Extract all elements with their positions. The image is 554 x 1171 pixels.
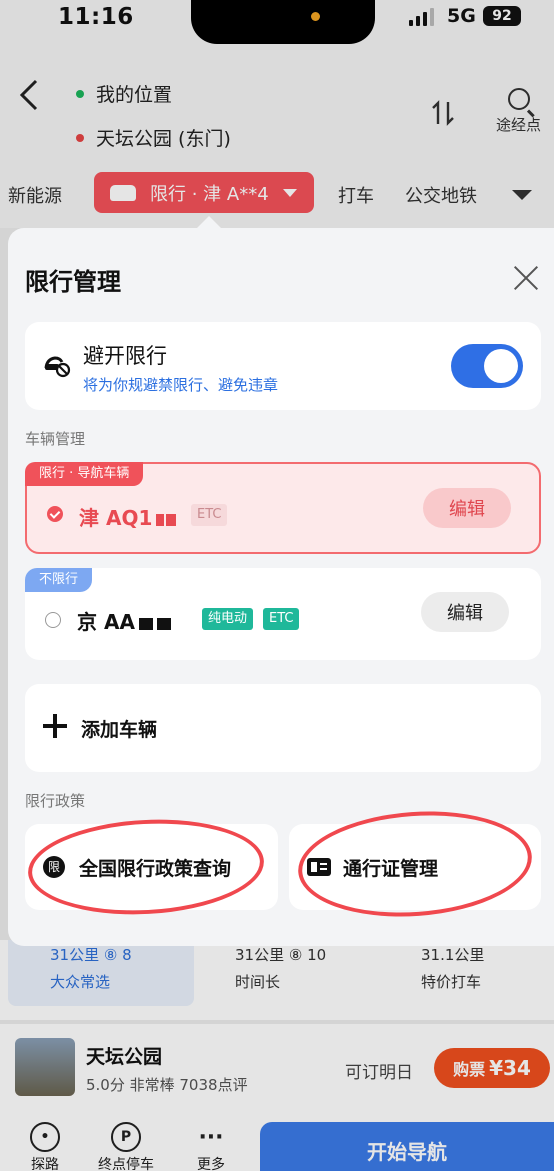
restriction-sheet: 限行管理 避开限行 将为你规避禁限行、避免违章 车辆管理 限行 · 导航车辆 津… xyxy=(8,216,554,946)
add-vehicle-label: 添加车辆 xyxy=(81,719,158,741)
tab-taxi[interactable]: 打车 xyxy=(338,182,374,208)
origin-field[interactable]: 我的位置 xyxy=(76,80,172,107)
explore-button[interactable]: • 探路 xyxy=(30,1122,60,1171)
avoid-toggle[interactable] xyxy=(451,344,523,388)
destination-card[interactable]: 天坛公园 5.0分 非常棒 7038点评 可订明日 购票 ¥34 xyxy=(0,1024,554,1114)
via-button[interactable]: 途经点 xyxy=(496,88,541,135)
etc-badge: ETC xyxy=(191,504,228,526)
destination-dot-icon xyxy=(76,133,84,142)
back-icon[interactable] xyxy=(16,78,42,112)
swap-icon[interactable] xyxy=(432,100,454,132)
add-vehicle-button[interactable]: 添加车辆 xyxy=(25,684,541,772)
more-tabs-icon[interactable] xyxy=(512,190,532,200)
search-icon xyxy=(507,88,530,110)
policy-query-button[interactable]: 限 全国限行政策查询 xyxy=(25,824,278,910)
edit-vehicle-button[interactable]: 编辑 xyxy=(421,592,509,632)
restrict-dropdown[interactable]: 限行 · 津 A**4 xyxy=(94,172,314,213)
policy-section-label: 限行政策 xyxy=(25,792,86,810)
toggle-knob xyxy=(484,349,518,383)
sheet-title: 限行管理 xyxy=(25,268,121,296)
plate-number: 京 AA xyxy=(77,606,171,635)
signal-icon xyxy=(409,8,434,26)
chevron-down-icon xyxy=(282,188,297,197)
avoid-restriction-card: 避开限行 将为你规避禁限行、避免违章 xyxy=(25,322,541,410)
redaction xyxy=(156,513,165,526)
clock: 11:16 xyxy=(58,4,134,30)
vehicle-radio[interactable] xyxy=(47,506,63,522)
destination-field[interactable]: 天坛公园 (东门) xyxy=(76,124,231,151)
sheet-pointer xyxy=(196,216,222,229)
redaction xyxy=(166,513,177,526)
avoid-subtitle: 将为你规避禁限行、避免违章 xyxy=(83,376,279,394)
restrict-label: 限行 · 津 A**4 xyxy=(150,183,269,205)
vehicle-card[interactable]: 不限行 京 AA 纯电动 ETC 编辑 xyxy=(25,568,541,660)
plus-icon xyxy=(43,714,67,738)
route-option[interactable]: 31公里 ⑧ 10 时间长 xyxy=(235,940,326,992)
edit-vehicle-button[interactable]: 编辑 xyxy=(423,488,511,528)
pass-manage-button[interactable]: 通行证管理 xyxy=(289,824,541,910)
pass-manage-label: 通行证管理 xyxy=(343,858,439,880)
ticket-price: ¥34 xyxy=(489,1056,531,1080)
origin-label: 我的位置 xyxy=(96,84,173,106)
tab-transit[interactable]: 公交地铁 xyxy=(405,182,477,208)
redaction xyxy=(156,617,171,630)
plate-number: 津 AQ1 xyxy=(79,502,177,531)
poi-thumbnail xyxy=(15,1038,75,1096)
bottom-bar: • 探路 P 终点停车 ··· 更多 开始导航 xyxy=(0,1114,554,1171)
poi-name: 天坛公园 xyxy=(86,1046,163,1068)
recording-dot xyxy=(311,12,320,21)
parking-button[interactable]: P 终点停车 xyxy=(98,1122,154,1171)
destination-label: 天坛公园 (东门) xyxy=(96,128,231,150)
status-bar: 11:16 5G 92 xyxy=(0,0,554,52)
avoid-title: 避开限行 xyxy=(83,344,167,368)
origin-dot-icon xyxy=(76,89,84,98)
route-options: 31公里 ⑧ 8 大众常选 31公里 ⑧ 10 时间长 31.1公里 特价打车 xyxy=(0,940,554,1020)
route-option[interactable]: 31公里 ⑧ 8 大众常选 xyxy=(8,940,194,1006)
dynamic-island xyxy=(191,0,375,44)
more-icon: ··· xyxy=(198,1124,224,1150)
vehicle-card[interactable]: 限行 · 导航车辆 津 AQ1 ETC 编辑 xyxy=(25,462,541,554)
booking-note: 可订明日 xyxy=(345,1063,413,1083)
redaction xyxy=(138,617,153,630)
battery-icon: 92 xyxy=(483,6,521,26)
parking-icon: P xyxy=(111,1122,141,1152)
network-type: 5G xyxy=(447,5,476,27)
vehicle-tag: 限行 · 导航车辆 xyxy=(25,462,144,486)
start-navigation-button[interactable]: 开始导航 xyxy=(260,1122,554,1171)
id-card-icon xyxy=(307,858,331,876)
poi-rating: 5.0分 非常棒 7038点评 xyxy=(86,1076,248,1094)
vehicle-tag: 不限行 xyxy=(25,568,93,592)
radar-icon: • xyxy=(30,1122,60,1152)
via-label: 途经点 xyxy=(496,116,542,134)
route-panel: 我的位置 天坛公园 (东门) 途经点 新能源 限行 · 津 A**4 打车 公交… xyxy=(0,52,554,228)
no-car-icon xyxy=(43,350,71,378)
route-box: 我的位置 天坛公园 (东门) xyxy=(64,68,478,186)
vehicle-radio[interactable] xyxy=(45,612,61,628)
ev-badge: 纯电动 xyxy=(202,608,254,630)
buy-ticket-button[interactable]: 购票 ¥34 xyxy=(434,1048,550,1088)
policy-query-label: 全国限行政策查询 xyxy=(79,858,232,880)
mode-tabs: 新能源 限行 · 津 A**4 打车 公交地铁 xyxy=(0,172,554,216)
vehicle-section-label: 车辆管理 xyxy=(25,430,86,448)
tab-ev[interactable]: 新能源 xyxy=(8,182,62,208)
restriction-icon: 限 xyxy=(43,856,65,878)
etc-badge: ETC xyxy=(263,608,300,630)
more-button[interactable]: ··· 更多 xyxy=(196,1122,226,1171)
car-icon xyxy=(110,184,136,201)
route-option[interactable]: 31.1公里 特价打车 xyxy=(421,940,484,992)
close-icon[interactable] xyxy=(512,264,540,292)
